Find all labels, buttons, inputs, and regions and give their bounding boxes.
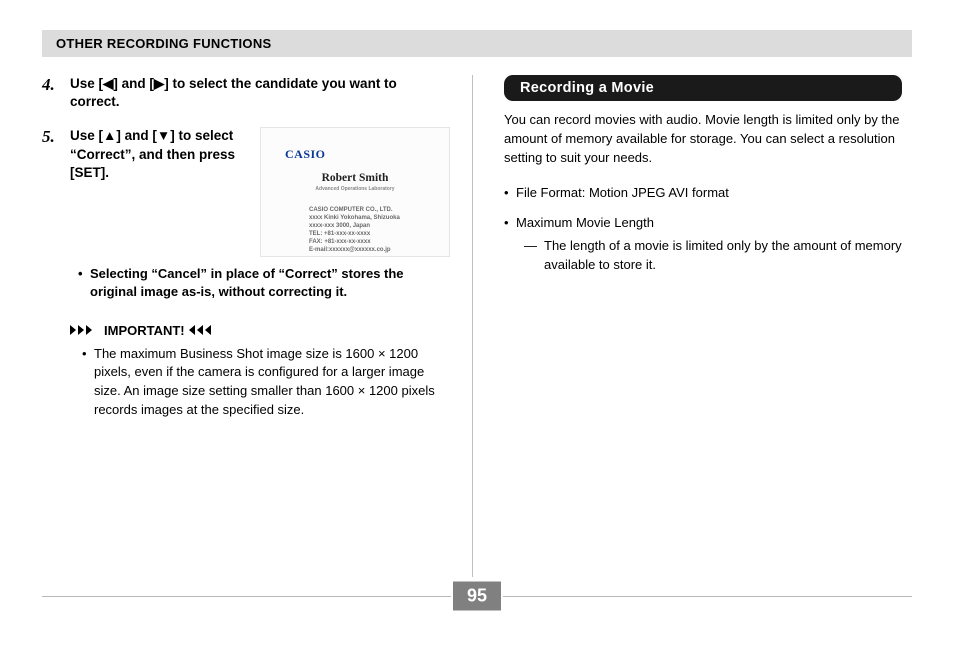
footer-rule-right bbox=[503, 596, 912, 597]
business-card-image: CASIO Robert Smith Advanced Operations L… bbox=[260, 127, 450, 257]
intro-paragraph: You can record movies with audio. Movie … bbox=[504, 111, 902, 168]
card-line: TEL: +81-xxx-xx-xxxx bbox=[309, 230, 425, 238]
step-sub-bullet: Selecting “Cancel” in place of “Correct”… bbox=[70, 265, 450, 300]
right-column: Recording a Movie You can record movies … bbox=[472, 75, 902, 605]
important-decoration-right-icon bbox=[189, 324, 219, 336]
column-divider bbox=[472, 75, 473, 577]
important-text: The maximum Business Shot image size is … bbox=[42, 345, 442, 420]
card-details: CASIO COMPUTER CO., LTD. xxxx Kinki Yoko… bbox=[285, 206, 425, 255]
step-5: 5. Use [▲] and [▼] to select “Correct”, … bbox=[42, 127, 442, 300]
page-footer: 95 bbox=[42, 582, 912, 610]
card-logo: CASIO bbox=[285, 146, 425, 162]
section-heading: Recording a Movie bbox=[504, 75, 902, 101]
important-label: IMPORTANT! bbox=[104, 323, 185, 338]
page-body: 4. Use [◀] and [▶] to select the candida… bbox=[42, 75, 912, 605]
card-name: Robert Smith bbox=[285, 171, 425, 187]
step-4: 4. Use [◀] and [▶] to select the candida… bbox=[42, 75, 442, 111]
left-column: 4. Use [◀] and [▶] to select the candida… bbox=[42, 75, 472, 605]
card-line: xxxx Kinki Yokohama, Shizuoka bbox=[309, 214, 425, 222]
card-line: E-mail:xxxxxx@xxxxxx.co.jp bbox=[309, 246, 425, 254]
card-line: FAX: +81-xxx-xx-xxxx bbox=[309, 238, 425, 246]
step-text: Use [▲] and [▼] to select “Correct”, and… bbox=[70, 127, 250, 257]
step-number: 5. bbox=[42, 127, 70, 300]
step-number: 4. bbox=[42, 75, 70, 111]
section-header: OTHER RECORDING FUNCTIONS bbox=[42, 30, 912, 57]
footer-rule-left bbox=[42, 596, 451, 597]
bullet-max-length: Maximum Movie Length bbox=[504, 214, 902, 233]
page-number: 95 bbox=[453, 582, 501, 611]
card-line: xxxx-xxx 3000, Japan bbox=[309, 222, 425, 230]
bullet-file-format: File Format: Motion JPEG AVI format bbox=[504, 184, 902, 203]
card-line: CASIO COMPUTER CO., LTD. bbox=[309, 206, 425, 214]
step-content: Use [▲] and [▼] to select “Correct”, and… bbox=[70, 127, 450, 300]
card-subtitle: Advanced Operations Laboratory bbox=[285, 187, 425, 193]
step-text: Use [◀] and [▶] to select the candidate … bbox=[70, 75, 442, 111]
bullet-max-length-sub: The length of a movie is limited only by… bbox=[504, 237, 902, 275]
important-callout: IMPORTANT! bbox=[70, 323, 442, 338]
important-decoration-left-icon bbox=[70, 324, 100, 336]
